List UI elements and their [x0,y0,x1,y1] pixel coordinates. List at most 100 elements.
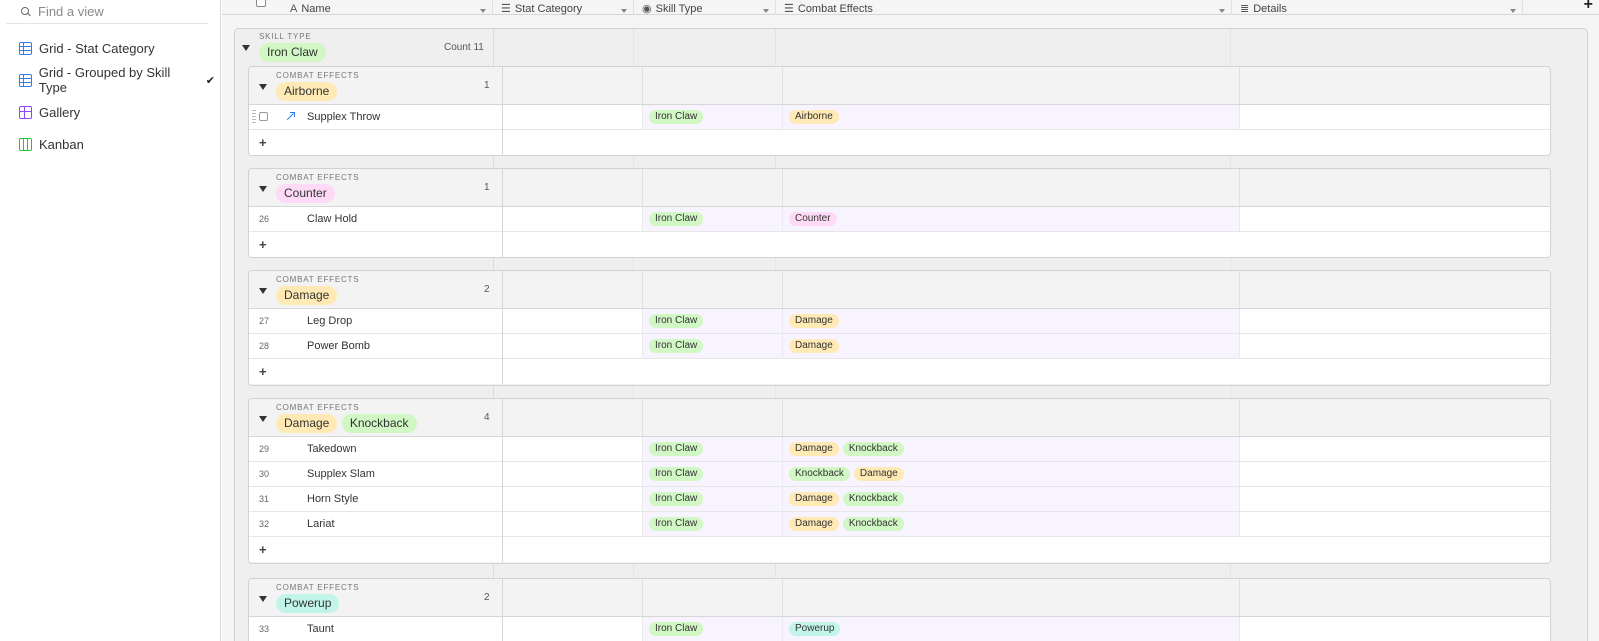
find-view-input[interactable] [38,4,188,19]
collapse-group-icon[interactable] [259,288,267,294]
chevron-down-icon[interactable] [763,9,769,13]
add-column-button[interactable]: + [1584,0,1593,14]
cell-name[interactable]: Horn Style [307,493,358,505]
view-item-kanban[interactable]: Kanban [0,131,215,157]
expand-record-icon[interactable] [285,112,295,121]
add-row-button[interactable]: + [249,232,1550,257]
grid-view-icon [19,41,32,55]
row-checkbox[interactable] [259,112,268,121]
skill-type-tag: Iron Claw [649,492,704,506]
subgroup-count: 1 [484,80,490,91]
collapse-group-icon[interactable] [242,45,250,51]
add-record-icon[interactable]: + [259,135,267,150]
drag-handle-icon[interactable] [252,110,256,124]
column-header-row: A Name ☰ Stat Category ◉ Skill Type ☰ Co… [222,0,1599,15]
column-header-stat-category[interactable]: ☰ Stat Category [493,0,634,15]
subgroup-damage: COMBAT EFFECTS Damage 2 27 Leg Drop Iron… [248,270,1551,386]
subgroup-tag: Damage [276,414,338,433]
column-header-details[interactable]: ≣ Details [1232,0,1523,15]
cell-name[interactable]: Supplex Throw [307,111,380,123]
collapse-group-icon[interactable] [259,84,267,90]
combat-effect-tag: Counter [789,212,837,226]
subgroup-count: 1 [484,182,490,193]
subgroup-header: COMBAT EFFECTS Damage Knockback 4 [249,399,1550,437]
subgroup-tag: Airborne [276,82,338,101]
subgroup-count: 2 [484,284,490,295]
chevron-down-icon[interactable] [480,9,486,13]
cell-name[interactable]: Claw Hold [307,213,357,225]
skill-type-tag: Iron Claw [649,467,704,481]
table-row[interactable]: Supplex Throw Iron Claw Airborne [249,105,1550,130]
multi-select-icon: ☰ [501,3,511,15]
view-label: Grid - Stat Category [39,40,155,56]
collapse-group-icon[interactable] [259,416,267,422]
subgroup-header: COMBAT EFFECTS Counter 1 [249,169,1550,207]
gallery-view-icon [19,105,32,119]
collapse-group-icon[interactable] [259,596,267,602]
view-item-gallery[interactable]: Gallery [0,99,215,125]
chevron-down-icon[interactable] [1510,9,1516,13]
combat-effect-tag: Knockback [842,517,904,531]
find-view-search[interactable] [6,0,208,24]
group-field-label: SKILL TYPE [259,32,312,41]
table-row[interactable]: 33 Taunt Iron Claw Powerup [249,617,1550,641]
cell-name[interactable]: Supplex Slam [307,468,375,480]
subgroup-count: 4 [484,412,490,423]
skill-type-tag: Iron Claw [649,339,704,353]
table-row[interactable]: 28 Power Bomb Iron Claw Damage [249,334,1550,359]
table-row[interactable]: 30 Supplex Slam Iron Claw Knockback Damag… [249,462,1550,487]
row-number: 29 [259,444,270,454]
column-header-name[interactable]: A Name [282,0,493,15]
cell-name[interactable]: Taunt [307,623,334,635]
chevron-down-icon[interactable] [621,9,627,13]
row-number: 33 [259,624,270,634]
view-label: Grid - Grouped by Skill Type [38,65,171,95]
table-row[interactable]: 32 Lariat Iron Claw Damage Knockback [249,512,1550,537]
table-row[interactable]: 27 Leg Drop Iron Claw Damage [249,309,1550,334]
add-row-button[interactable]: + [249,359,1550,384]
multi-select-icon: ☰ [784,3,794,15]
add-record-icon[interactable]: + [259,542,267,557]
table-row[interactable]: 29 Takedown Iron Claw Damage Knockback [249,437,1550,462]
view-item-grid-grouped[interactable]: Grid - Grouped by Skill Type ✔ [0,65,215,95]
add-record-icon[interactable]: + [259,364,267,379]
combat-effect-tag: Damage [789,339,839,353]
combat-effect-tag: Powerup [789,622,841,636]
row-number: 26 [259,214,270,224]
chevron-down-icon[interactable] [1219,9,1225,13]
row-number: 31 [259,494,270,504]
subgroup-header: COMBAT EFFECTS Airborne 1 [249,67,1550,105]
views-sidebar: Grid - Stat Category Grid - Grouped by S… [0,0,221,641]
cell-name[interactable]: Lariat [307,518,335,530]
subgroup-field-label: COMBAT EFFECTS [276,583,360,592]
add-row-button[interactable]: + [249,537,1550,562]
table-row[interactable]: 31 Horn Style Iron Claw Damage Knockback [249,487,1550,512]
cell-name[interactable]: Takedown [307,443,357,455]
select-all-checkbox[interactable] [256,0,266,7]
collapse-group-icon[interactable] [259,186,267,192]
group-value-tag: Iron Claw [259,43,326,62]
combat-effect-tag: Damage [853,467,904,481]
view-label: Gallery [39,104,81,120]
combat-effect-tag: Airborne [789,110,839,124]
skill-type-tag: Iron Claw [649,314,704,328]
cell-name[interactable]: Leg Drop [307,315,352,327]
skill-type-tag: Iron Claw [649,442,704,456]
checkmark-icon: ✔ [205,74,215,87]
subgroup-field-label: COMBAT EFFECTS [276,403,360,412]
single-select-icon: ◉ [642,3,652,15]
skill-type-tag: Iron Claw [649,517,704,531]
subgroup-powerup: COMBAT EFFECTS Powerup 2 33 Taunt Iron C… [248,578,1551,641]
column-header-skill-type[interactable]: ◉ Skill Type [634,0,776,15]
column-header-combat-effects[interactable]: ☰ Combat Effects [776,0,1232,15]
subgroup-tag: Powerup [276,594,340,613]
cell-name[interactable]: Power Bomb [307,340,370,352]
add-row-button[interactable]: + [249,130,1550,155]
subgroup-field-label: COMBAT EFFECTS [276,71,360,80]
view-item-grid-stat-category[interactable]: Grid - Stat Category [0,35,215,61]
add-record-icon[interactable]: + [259,237,267,252]
view-label: Kanban [39,136,84,152]
combat-effect-tag: Damage [789,517,839,531]
combat-effect-tag: Damage [789,314,839,328]
table-row[interactable]: 26 Claw Hold Iron Claw Counter [249,207,1550,232]
